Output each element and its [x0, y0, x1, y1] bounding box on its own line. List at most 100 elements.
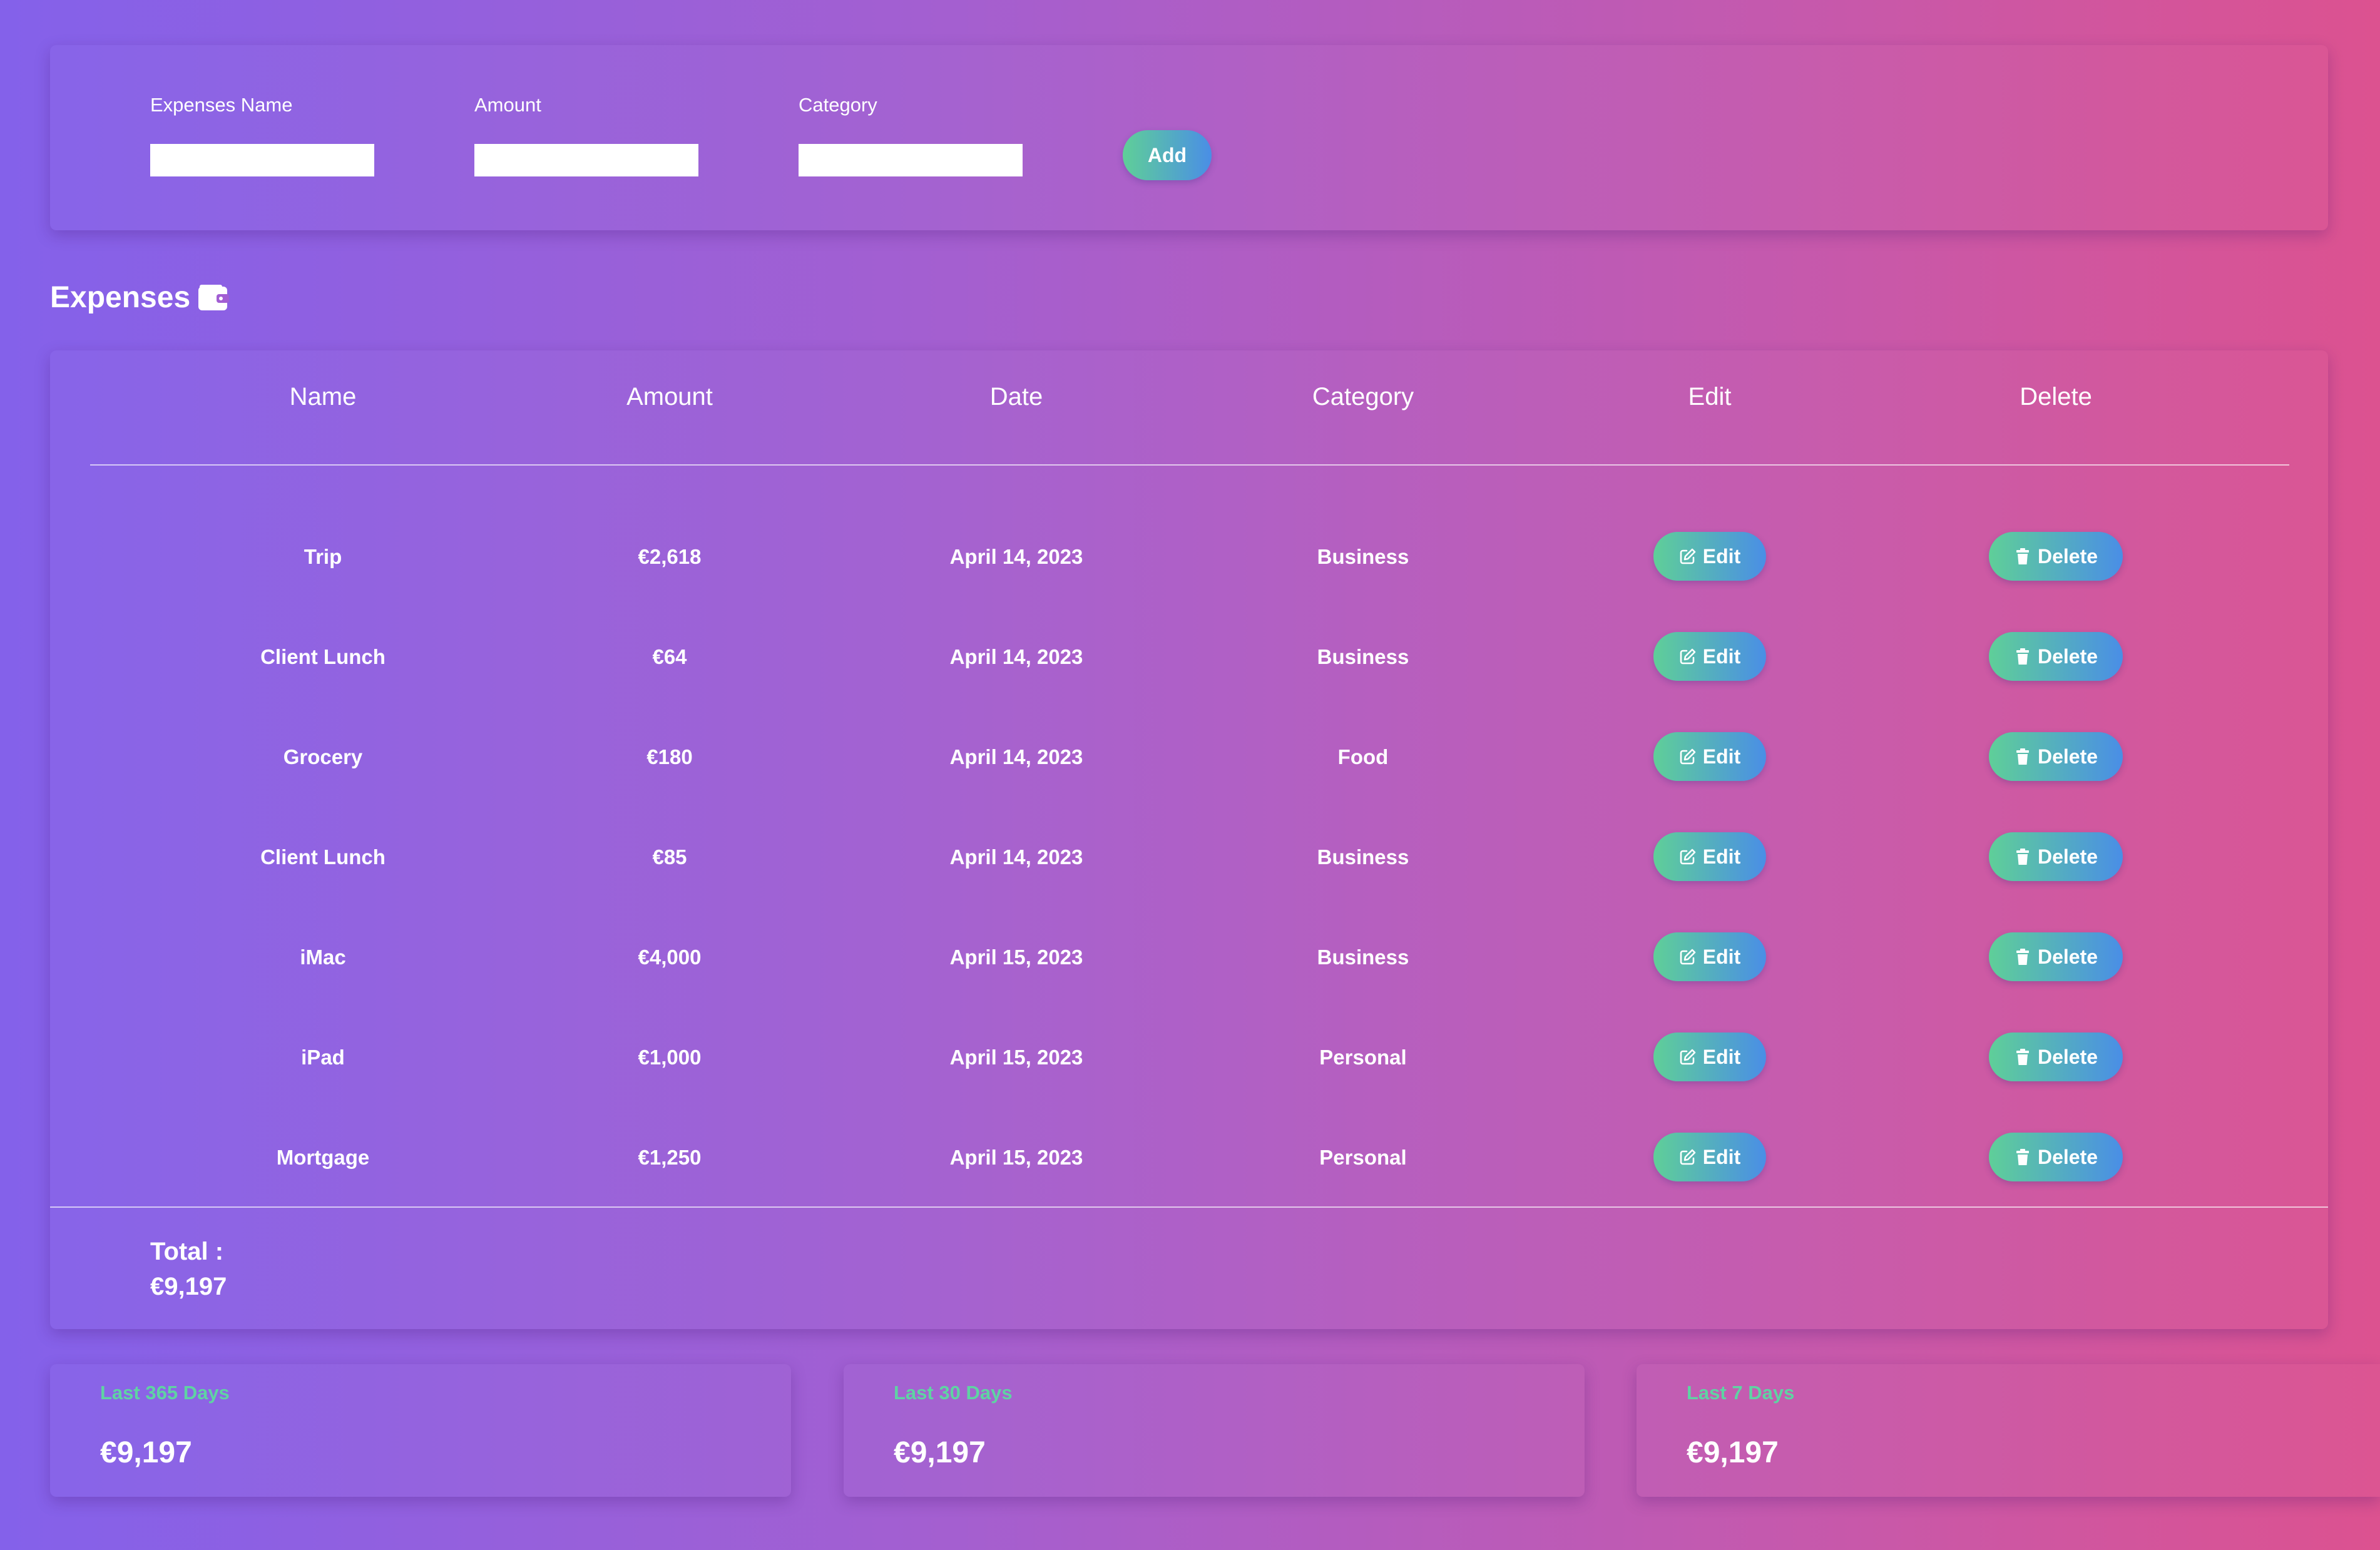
expense-name-input[interactable]	[150, 144, 374, 176]
edit-button[interactable]: Edit	[1653, 732, 1766, 781]
add-button[interactable]: Add	[1123, 130, 1212, 180]
expense-name-label: Expenses Name	[150, 94, 293, 116]
expense-category-cell: Business	[1317, 845, 1409, 869]
category-label: Category	[799, 94, 877, 116]
expense-amount-cell: €2,618	[638, 545, 702, 568]
edit-button[interactable]: Edit	[1653, 1032, 1766, 1081]
edit-button[interactable]: Edit	[1653, 832, 1766, 881]
summary-value: €9,197	[1687, 1436, 1779, 1469]
expense-amount-cell: €85	[652, 845, 687, 869]
expense-date-cell: April 15, 2023	[949, 1146, 1083, 1169]
expense-name-cell: Trip	[304, 545, 342, 568]
table-row: iPad €1,000 April 15, 2023 Personal Edit…	[0, 1032, 2380, 1083]
expense-name-cell: Client Lunch	[260, 645, 386, 668]
expense-date-cell: April 14, 2023	[949, 645, 1083, 668]
column-header-amount: Amount	[626, 383, 713, 410]
summary-value: €9,197	[100, 1436, 192, 1469]
summary-label: Last 30 Days	[894, 1382, 1013, 1404]
trash-icon	[2014, 748, 2031, 765]
edit-button[interactable]: Edit	[1653, 932, 1766, 981]
delete-button-label: Delete	[2037, 1045, 2098, 1068]
edit-icon	[1679, 748, 1697, 765]
expense-date-cell: April 14, 2023	[949, 845, 1083, 869]
expense-date-cell: April 14, 2023	[949, 545, 1083, 568]
expense-category-cell: Business	[1317, 645, 1409, 668]
wallet-icon	[198, 284, 230, 312]
header-divider	[90, 464, 2289, 466]
column-header-edit: Edit	[1688, 383, 1732, 410]
expense-name-cell: Mortgage	[276, 1146, 370, 1169]
expense-amount-cell: €4,000	[638, 946, 702, 969]
edit-button[interactable]: Edit	[1653, 632, 1766, 681]
summary-label: Last 365 Days	[100, 1382, 230, 1404]
expense-date-cell: April 14, 2023	[949, 745, 1083, 768]
expense-amount-cell: €180	[646, 745, 693, 768]
summary-label: Last 7 Days	[1687, 1382, 1795, 1404]
table-row: Trip €2,618 April 14, 2023 Business Edit…	[0, 532, 2380, 582]
column-header-name: Name	[289, 383, 357, 410]
expense-name-cell: Grocery	[283, 745, 363, 768]
category-input[interactable]	[799, 144, 1023, 176]
expense-date-cell: April 15, 2023	[949, 1046, 1083, 1069]
expense-date-cell: April 15, 2023	[949, 946, 1083, 969]
delete-button[interactable]: Delete	[1989, 632, 2123, 681]
amount-label: Amount	[474, 94, 541, 116]
column-header-delete: Delete	[2020, 383, 2092, 410]
delete-button[interactable]: Delete	[1989, 532, 2123, 581]
summary-value: €9,197	[894, 1436, 986, 1469]
table-row: Mortgage €1,250 April 15, 2023 Personal …	[0, 1133, 2380, 1183]
delete-button[interactable]: Delete	[1989, 1133, 2123, 1181]
total-value: €9,197	[150, 1273, 227, 1300]
edit-button-label: Edit	[1702, 1145, 1741, 1168]
delete-button-label: Delete	[2037, 645, 2098, 668]
edit-icon	[1679, 1148, 1697, 1166]
edit-icon	[1679, 648, 1697, 665]
column-header-category: Category	[1312, 383, 1414, 410]
trash-icon	[2014, 648, 2031, 665]
edit-button-label: Edit	[1702, 845, 1741, 868]
trash-icon	[2014, 1148, 2031, 1166]
table-row: Client Lunch €85 April 14, 2023 Business…	[0, 832, 2380, 882]
expense-name-cell: Client Lunch	[260, 845, 386, 869]
delete-button[interactable]: Delete	[1989, 932, 2123, 981]
summary-card-30-days: Last 30 Days €9,197	[844, 1364, 1585, 1497]
expenses-title: Expenses	[50, 281, 191, 314]
footer-divider	[50, 1206, 2328, 1208]
edit-button[interactable]: Edit	[1653, 1133, 1766, 1181]
trash-icon	[2014, 848, 2031, 865]
expense-category-cell: Personal	[1319, 1046, 1407, 1069]
edit-icon	[1679, 548, 1697, 565]
edit-button[interactable]: Edit	[1653, 532, 1766, 581]
expense-amount-cell: €64	[652, 645, 687, 668]
expense-amount-cell: €1,000	[638, 1046, 702, 1069]
edit-button-label: Edit	[1702, 645, 1741, 668]
expense-name-cell: iMac	[300, 946, 346, 969]
edit-button-label: Edit	[1702, 745, 1741, 768]
delete-button-label: Delete	[2037, 1145, 2098, 1168]
expense-name-cell: iPad	[301, 1046, 345, 1069]
expense-amount-cell: €1,250	[638, 1146, 702, 1169]
column-header-date: Date	[989, 383, 1043, 410]
edit-icon	[1679, 948, 1697, 966]
expense-category-cell: Personal	[1319, 1146, 1407, 1169]
delete-button[interactable]: Delete	[1989, 1032, 2123, 1081]
summary-card-365-days: Last 365 Days €9,197	[50, 1364, 791, 1497]
expense-category-cell: Food	[1337, 745, 1389, 768]
delete-button-label: Delete	[2037, 544, 2098, 568]
edit-button-label: Edit	[1702, 1045, 1741, 1068]
expense-category-cell: Business	[1317, 946, 1409, 969]
delete-button[interactable]: Delete	[1989, 732, 2123, 781]
edit-icon	[1679, 848, 1697, 865]
edit-icon	[1679, 1048, 1697, 1066]
total-label: Total :	[150, 1238, 224, 1265]
trash-icon	[2014, 548, 2031, 565]
amount-input[interactable]	[474, 144, 698, 176]
table-row: iMac €4,000 April 15, 2023 Business Edit…	[0, 932, 2380, 982]
delete-button[interactable]: Delete	[1989, 832, 2123, 881]
delete-button-label: Delete	[2037, 945, 2098, 968]
trash-icon	[2014, 1048, 2031, 1066]
edit-button-label: Edit	[1702, 945, 1741, 968]
summary-card-7-days: Last 7 Days €9,197	[1637, 1364, 2380, 1497]
expense-category-cell: Business	[1317, 545, 1409, 568]
table-row: Grocery €180 April 14, 2023 Food Edit De…	[0, 732, 2380, 782]
